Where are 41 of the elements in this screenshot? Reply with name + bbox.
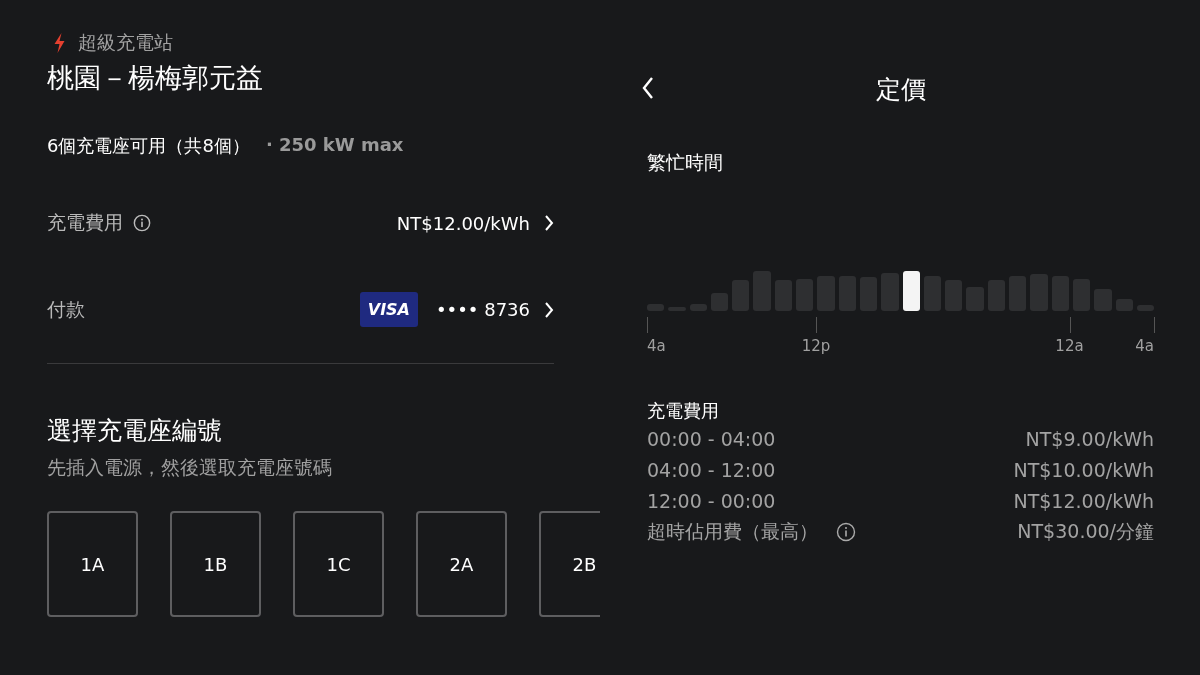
- tick-label: 12p: [801, 337, 831, 355]
- fees-title: 充電費用: [647, 399, 720, 423]
- section-subtitle: 先插入電源，然後選取充電座號碼: [47, 455, 333, 480]
- stall-button[interactable]: 2B: [539, 511, 600, 617]
- card-number[interactable]: •••• 8736: [436, 299, 530, 320]
- tick-mark: [1069, 317, 1071, 333]
- stall-button[interactable]: 1A: [47, 511, 138, 617]
- fee-rate: NT$10.00/kWh: [1013, 458, 1154, 481]
- tick-mark: [1154, 317, 1155, 333]
- tick-mark: [816, 317, 817, 333]
- tick-label: 4a: [1135, 337, 1154, 355]
- fee-period: 04:00 - 12:00: [647, 458, 776, 481]
- fee-label: 充電費用: [47, 210, 123, 235]
- stall-button[interactable]: 1B: [170, 511, 261, 617]
- chevron-right-icon[interactable]: [544, 215, 554, 231]
- tick-mark: [647, 317, 648, 333]
- station-name: 桃園－楊梅郭元益: [47, 61, 264, 95]
- tick-label: 12a: [1055, 337, 1084, 355]
- tick-label: 4a: [647, 337, 666, 355]
- fee-rate: NT$12.00/kWh: [1013, 489, 1154, 512]
- info-icon[interactable]: [133, 214, 151, 232]
- page-title: 定價: [875, 74, 926, 106]
- back-icon[interactable]: [642, 77, 654, 99]
- info-icon[interactable]: [836, 521, 856, 542]
- lightning-icon: [53, 33, 66, 53]
- chevron-right-icon[interactable]: [544, 301, 554, 318]
- busy-times-title: 繁忙時間: [647, 150, 724, 175]
- section-title: 選擇充電座編號: [47, 415, 223, 447]
- fee-period: 12:00 - 00:00: [647, 489, 776, 512]
- fee-value[interactable]: NT$12.00/kWh: [396, 212, 530, 234]
- max-power-text: · 250 kW max: [265, 134, 404, 157]
- payment-label: 付款: [47, 296, 85, 322]
- stall-button[interactable]: 2A: [416, 511, 507, 617]
- fee-rate: NT$9.00/kWh: [1025, 427, 1154, 450]
- card-brand-logo: VISA: [359, 292, 418, 327]
- fee-period: 超時佔用費（最高）: [647, 518, 818, 544]
- fee-period: 00:00 - 04:00: [647, 427, 776, 450]
- stall-button[interactable]: 1C: [293, 511, 384, 617]
- fee-rate: NT$30.00/分鐘: [1017, 518, 1154, 544]
- category-label: 超級充電站: [78, 30, 173, 55]
- availability-text: 6個充電座可用（共8個）: [47, 134, 250, 158]
